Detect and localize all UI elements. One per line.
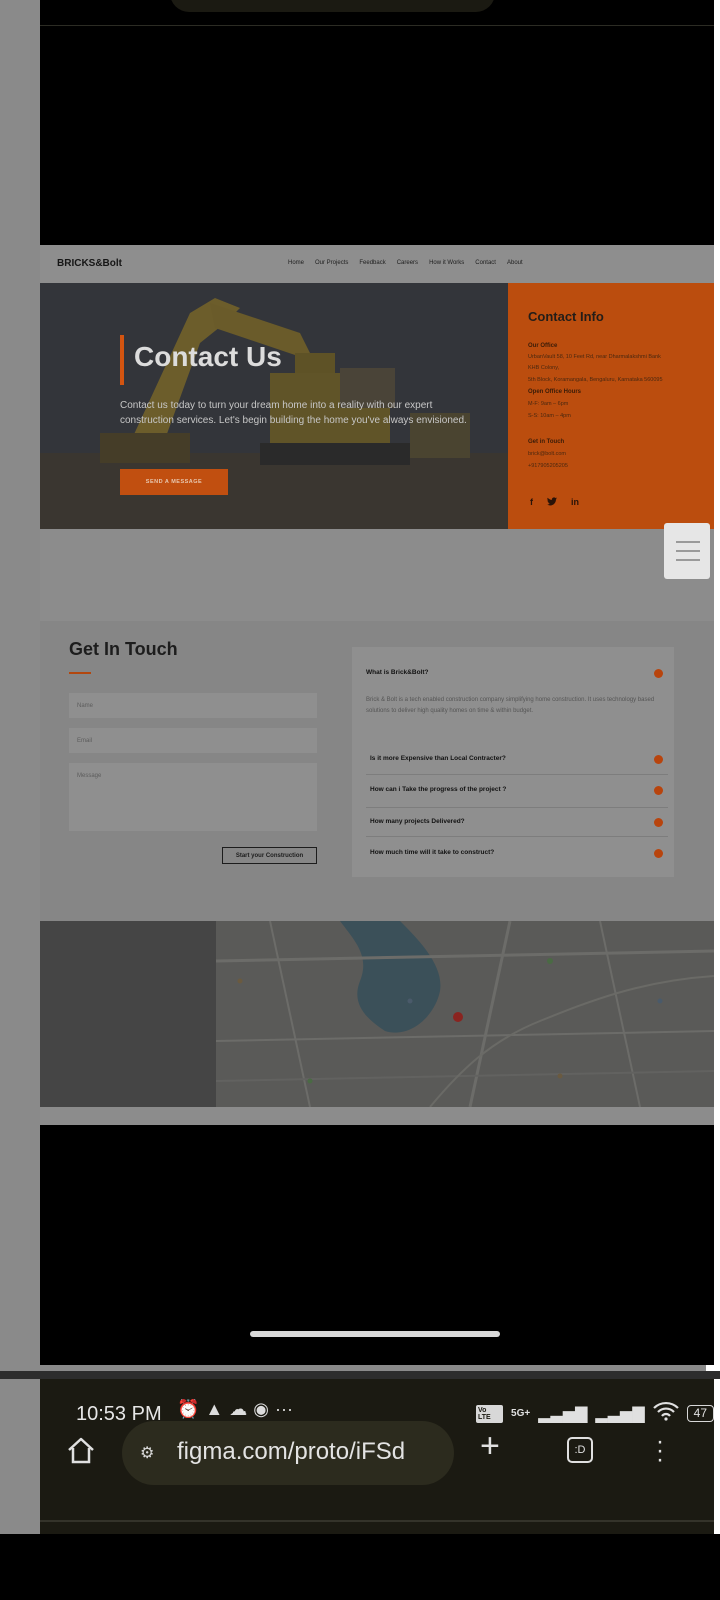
status-notification-icons: ⏰ ▲ ☁ ◉ ···: [177, 1399, 299, 1420]
more-menu-icon[interactable]: · · ·: [656, 1430, 664, 1472]
top-black-area: [40, 0, 714, 245]
separator-bar: [0, 1371, 720, 1379]
nav-careers[interactable]: Careers: [397, 260, 418, 266]
office-line: UrbanVault 58, 10 Feet Rd, near Dharmala…: [528, 354, 661, 360]
faq-question[interactable]: Is it more Expensive than Local Contract…: [370, 755, 506, 763]
send-message-button[interactable]: SEND A MESSAGE: [120, 469, 228, 495]
email-placeholder: Email: [77, 738, 93, 744]
bottom-black-area: [40, 1125, 714, 1365]
top-pill: [170, 0, 495, 12]
faq-divider: [366, 807, 668, 808]
hero-section: Contact Us Contact us today to turn your…: [40, 283, 508, 529]
faq-question[interactable]: How much time will it take to construct?: [370, 849, 520, 857]
prototype-frame: BRICKS&Bolt Home Our Projects Feedback C…: [40, 245, 714, 1125]
faq-divider: [366, 836, 668, 837]
signal-icon-2: ▂▃▅▇: [595, 1405, 645, 1423]
signal-icon: ▂▃▅▇: [538, 1405, 588, 1423]
faq-answer: Brick & Bolt is a tech enabled construct…: [366, 697, 655, 714]
hours-line: M-F: 9am – 6pm: [528, 401, 569, 407]
message-field[interactable]: Message: [69, 763, 317, 831]
faq-toggle-icon[interactable]: [654, 818, 663, 827]
faq-toggle-icon[interactable]: [654, 849, 663, 858]
faq-panel: What is Brick&Bolt? Brick & Bolt is a te…: [352, 647, 674, 877]
bottom-black-bar: [0, 1534, 720, 1600]
nav-links: Home Our Projects Feedback Careers How i…: [288, 260, 523, 266]
status-right-icons: Vo LTE 5G+ ▂▃▅▇ ▂▃▅▇ 47: [476, 1401, 714, 1426]
nav-feedback[interactable]: Feedback: [359, 260, 385, 266]
linkedin-icon[interactable]: in: [571, 497, 579, 508]
social-links: f in: [530, 497, 579, 508]
facebook-icon[interactable]: f: [530, 497, 533, 508]
office-line: KHB Colony,: [528, 365, 560, 371]
more-notifications-icon: ···: [274, 1399, 293, 1419]
wifi-icon: [652, 1401, 679, 1426]
alarm-icon: ⏰: [177, 1399, 200, 1419]
menu-line: [676, 559, 700, 561]
email-line[interactable]: brick@bolt.com: [528, 451, 566, 457]
map-graphic: [40, 921, 714, 1107]
contact-info-title: Contact Info: [528, 309, 604, 324]
menu-line: [676, 541, 700, 543]
start-construction-button[interactable]: Start your Construction: [222, 847, 317, 864]
brand-logo[interactable]: BRICKS&Bolt: [57, 258, 122, 269]
divider: [40, 25, 714, 26]
faq-toggle-icon[interactable]: [654, 669, 663, 678]
accent-bar: [120, 335, 124, 385]
site-navbar: BRICKS&Bolt Home Our Projects Feedback C…: [40, 245, 714, 283]
home-icon[interactable]: [65, 1434, 97, 1471]
hero-title: Contact Us: [134, 341, 282, 372]
faq-question[interactable]: How can i Take the progress of the proje…: [370, 786, 520, 794]
menu-line: [676, 550, 700, 552]
nav-about[interactable]: About: [507, 260, 523, 266]
nav-our-projects[interactable]: Our Projects: [315, 260, 348, 266]
map-embed[interactable]: [40, 921, 714, 1107]
office-heading: Our Office: [528, 343, 558, 349]
contact-info-panel: Contact Info Our Office UrbanVault 58, 1…: [508, 283, 714, 529]
office-line: 5th Block, Koramangala, Bengaluru, Karna…: [528, 377, 663, 383]
name-placeholder: Name: [77, 703, 94, 709]
hours-line: S-S: 10am – 4pm: [528, 413, 571, 419]
hamburger-menu-button[interactable]: [664, 523, 710, 579]
tab-switcher-button[interactable]: :D: [567, 1437, 593, 1463]
hero-subtitle: Contact us today to turn your dream home…: [120, 400, 467, 426]
site-settings-icon[interactable]: ⚙: [140, 1443, 154, 1463]
email-field[interactable]: Email: [69, 728, 317, 753]
title-underline: [69, 672, 91, 674]
nav-how-it-works[interactable]: How it Works: [429, 260, 464, 266]
get-in-touch-section: Get In Touch Name Email Message Start yo…: [40, 621, 714, 921]
nav-home[interactable]: Home: [288, 260, 304, 266]
touch-heading: Get in Touch: [528, 439, 565, 445]
hours-heading: Open Office Hours: [528, 389, 582, 395]
faq-question[interactable]: What is Brick&Bolt?: [366, 669, 428, 677]
volte-icon: Vo LTE: [476, 1404, 504, 1423]
twitter-icon[interactable]: [547, 497, 557, 508]
address-bar[interactable]: ⚙ figma.com/proto/iFSd: [122, 1421, 454, 1485]
battery-icon: 47: [686, 1405, 714, 1422]
cloud-icon: ☁: [229, 1399, 248, 1419]
message-placeholder: Message: [77, 773, 102, 779]
network-type: 5G+: [511, 1408, 531, 1419]
upload-icon: ▲: [205, 1399, 224, 1419]
home-indicator[interactable]: [250, 1331, 500, 1337]
faq-toggle-icon[interactable]: [654, 755, 663, 764]
url-text[interactable]: figma.com/proto/iFSd: [177, 1438, 405, 1466]
nav-contact[interactable]: Contact: [475, 260, 496, 266]
faq-divider: [366, 774, 668, 775]
browser-chrome: 10:53 PM ⏰ ▲ ☁ ◉ ··· Vo LTE 5G+ ▂▃▅▇ ▂▃▅▇ 47…: [40, 1379, 714, 1534]
phone-line[interactable]: +917905205205: [528, 463, 568, 469]
faq-toggle-icon[interactable]: [654, 786, 663, 795]
faq-question[interactable]: How many projects Delivered?: [370, 818, 465, 826]
get-in-touch-title: Get In Touch: [69, 639, 178, 659]
browser-divider: [40, 1520, 714, 1522]
name-field[interactable]: Name: [69, 693, 317, 718]
new-tab-icon[interactable]: +: [480, 1429, 500, 1463]
app-icon: ◉: [253, 1399, 269, 1419]
